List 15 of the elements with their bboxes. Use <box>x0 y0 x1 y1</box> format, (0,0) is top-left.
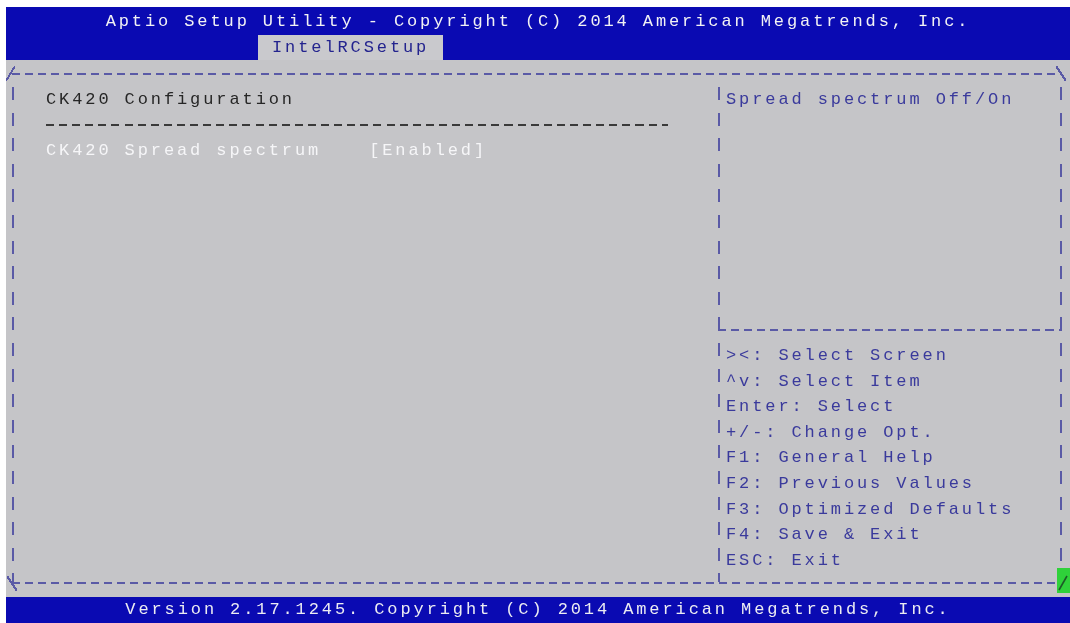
cursor-block-icon <box>1057 568 1070 593</box>
key-hint: F4: Save & Exit <box>726 524 924 547</box>
window-title: Aptio Setup Utility - Copyright (C) 2014 American Megatrends, Inc. <box>105 11 971 33</box>
version-text: Version 2.17.1245. Copyright (C) 2014 American Megatrends, Inc. <box>125 599 951 621</box>
section-heading: CK420 Configuration <box>46 89 296 111</box>
key-hint: F1: General Help <box>726 447 937 470</box>
key-hint: ESC: Exit <box>726 549 845 572</box>
key-hint: +/-: Change Opt. <box>726 421 937 444</box>
help-text: Spread spectrum Off/On <box>726 89 1016 111</box>
key-hint: F3: Optimized Defaults <box>726 498 1016 521</box>
key-hint: F2: Previous Values <box>726 472 976 495</box>
key-hint: ><: Select Screen <box>726 345 950 367</box>
setup-tab[interactable]: IntelRCSetup <box>258 35 444 60</box>
key-hint: Enter: Select <box>726 396 898 419</box>
key-hint: ^v: Select Item <box>726 370 924 393</box>
